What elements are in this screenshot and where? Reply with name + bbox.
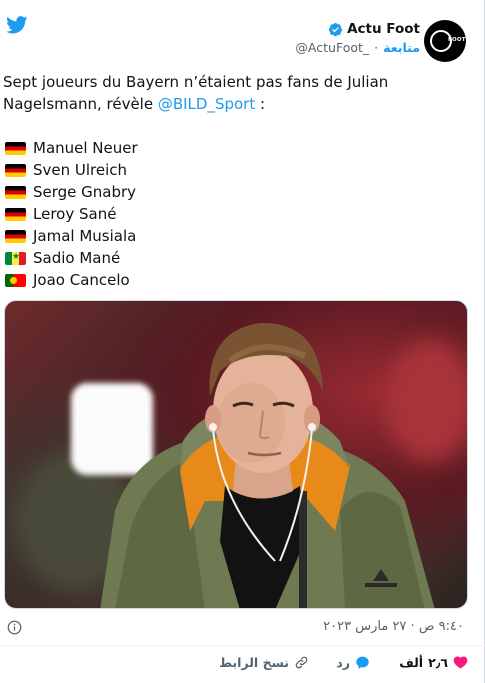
reply-bubble-icon: [356, 656, 369, 669]
players-list: Manuel Neuer Sven Ulreich Serge Gnabry L…: [5, 137, 138, 291]
list-item: Sadio Mané: [5, 247, 138, 269]
list-item: Leroy Sané: [5, 203, 138, 225]
copy-link-label: نسخ الرابط: [219, 655, 289, 670]
player-name: Sadio Mané: [33, 249, 121, 267]
germany-flag-icon: [5, 207, 26, 221]
senegal-flag-icon: [5, 251, 26, 265]
avatar[interactable]: FOOT: [424, 20, 466, 62]
germany-flag-icon: [5, 185, 26, 199]
player-name: Manuel Neuer: [33, 139, 138, 157]
author-display-name[interactable]: Actu Foot: [347, 21, 420, 37]
author-name-row[interactable]: Actu Foot: [328, 21, 420, 37]
player-name: Leroy Sané: [33, 205, 117, 223]
like-count: ٢٫٦: [428, 655, 448, 670]
copy-link-button[interactable]: نسخ الرابط: [219, 655, 309, 670]
reply-button[interactable]: رد: [336, 655, 370, 670]
player-name: Serge Gnabry: [33, 183, 137, 201]
germany-flag-icon: [5, 163, 26, 177]
tweet-photo[interactable]: [4, 300, 468, 609]
heart-icon: [453, 656, 468, 669]
author-handle-row: @ActuFoot_ · متابعة: [295, 40, 420, 55]
divider: [0, 645, 485, 646]
tweet-text: Sept joueurs du Bayern n’étaient pas fan…: [3, 71, 473, 115]
tweet-text-suffix: :: [255, 95, 266, 113]
player-name: Sven Ulreich: [33, 161, 128, 179]
author-handle[interactable]: @ActuFoot_: [295, 40, 369, 55]
list-item: Manuel Neuer: [5, 137, 138, 159]
germany-flag-icon: [5, 141, 26, 155]
like-button[interactable]: ٢٫٦ ألف: [399, 655, 468, 670]
germany-flag-icon: [5, 229, 26, 243]
tweet-timestamp[interactable]: ٩:٤٠ ص · ٢٧ مارس ٢٠٢٣: [323, 619, 464, 634]
list-item: Jamal Musiala: [5, 225, 138, 247]
photo-person-illustration: [100, 322, 435, 608]
list-item: Serge Gnabry: [5, 181, 138, 203]
info-icon[interactable]: [7, 620, 22, 635]
separator-dot: ·: [374, 40, 379, 55]
twitter-bird-icon[interactable]: [6, 16, 28, 34]
like-count-unit: ألف: [399, 655, 424, 670]
list-item: Sven Ulreich: [5, 159, 138, 181]
reply-label: رد: [336, 655, 350, 670]
player-name: Jamal Musiala: [33, 227, 137, 245]
verified-badge-icon: [328, 22, 343, 36]
avatar-logo-text: FOOT: [448, 37, 466, 43]
link-icon: [295, 656, 308, 669]
mention-link[interactable]: @BILD_Sport: [158, 95, 255, 113]
player-name: Joao Cancelo: [33, 271, 130, 289]
tweet-card: Actu Foot @ActuFoot_ · متابعة FOOT Sept …: [0, 0, 485, 683]
list-item: Joao Cancelo: [5, 269, 138, 291]
follow-button[interactable]: متابعة: [383, 40, 420, 55]
portugal-flag-icon: [5, 273, 26, 287]
